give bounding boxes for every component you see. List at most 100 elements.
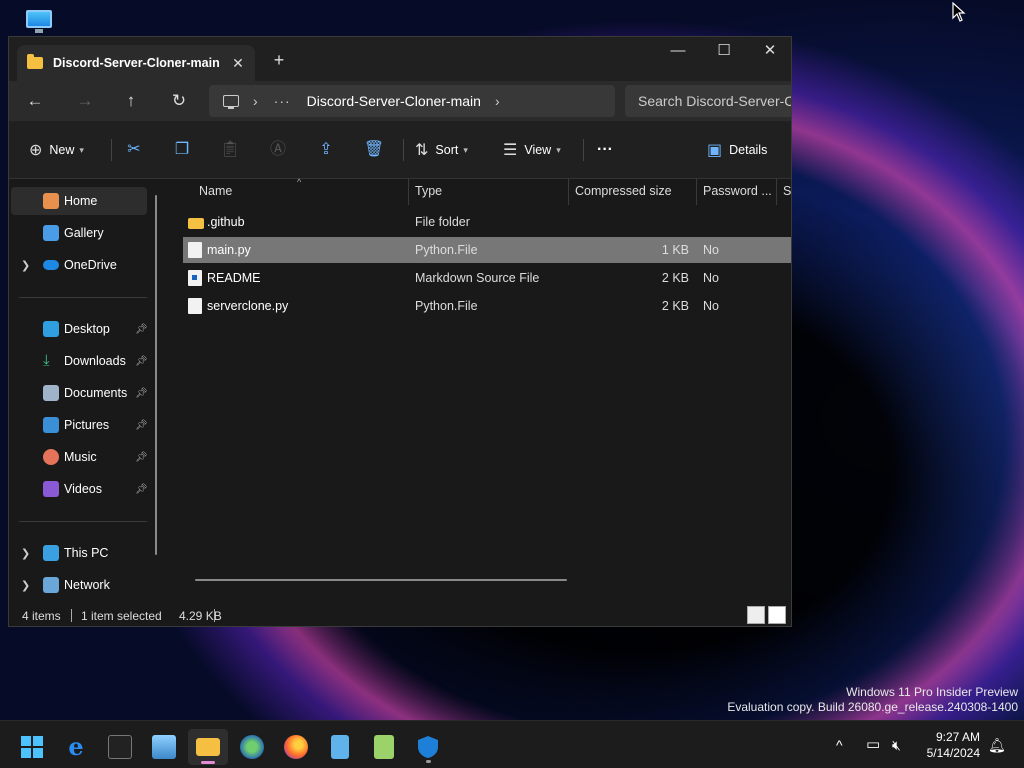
control-panel-icon [152, 735, 176, 759]
file-row-github[interactable]: .github File folder [183, 209, 791, 235]
search-input[interactable]: Search Discord-Server-Cl [625, 85, 791, 117]
taskbar-notepad-plus[interactable] [364, 729, 404, 765]
cloud-icon [43, 260, 59, 270]
file-name: serverclone.py [207, 299, 289, 313]
details-button[interactable]: ▣ Details [707, 135, 767, 165]
taskbar-terminal[interactable] [100, 729, 140, 765]
details-view-button[interactable] [747, 606, 765, 624]
column-header-size[interactable]: Si [783, 184, 791, 198]
sidebar-item-downloads[interactable]: ⤓ Downloads 📌︎ [11, 347, 148, 375]
sidebar-item-network[interactable]: ❯ Network [11, 571, 147, 599]
more-options-button[interactable]: ··· [597, 135, 613, 165]
column-header-compressed-size[interactable]: Compressed size [575, 184, 672, 198]
new-tab-button[interactable]: + [269, 50, 289, 70]
taskbar-file-explorer[interactable] [188, 729, 228, 765]
file-type: Python.File [415, 299, 478, 313]
cut-icon[interactable]: ✂ [119, 135, 149, 165]
sidebar-item-desktop[interactable]: Desktop 📌︎ [11, 315, 148, 343]
show-hidden-icons-button[interactable]: ^ [836, 721, 843, 768]
running-app-indicator [426, 760, 431, 763]
file-name: README [207, 271, 261, 285]
network-status-icon[interactable]: ▭ [866, 721, 880, 768]
evaluation-watermark: Windows 11 Pro Insider Preview Evaluatio… [727, 685, 1018, 715]
file-password: No [703, 299, 719, 313]
chevron-right-icon[interactable]: › [253, 93, 258, 109]
pin-icon[interactable]: 📌︎ [135, 452, 148, 463]
gallery-icon [43, 225, 59, 241]
sort-button[interactable]: ⇅ Sort ▾ [415, 135, 468, 165]
tab-discord-server-cloner-main[interactable]: Discord-Server-Cloner-main ✕ [17, 45, 255, 81]
file-row-readme[interactable]: README Markdown Source File 2 KB No [183, 265, 791, 291]
chevron-right-icon[interactable]: ❯ [21, 259, 30, 272]
sidebar-scrollbar[interactable] [155, 195, 157, 555]
new-button[interactable]: ⊕ New ▾ [29, 135, 84, 165]
close-window-button[interactable]: ✕ [747, 37, 791, 67]
notifications-bell-icon[interactable]: 🔔︎ [988, 721, 1006, 768]
sidebar-item-videos[interactable]: Videos 📌︎ [11, 475, 148, 503]
pin-icon[interactable]: 📌︎ [135, 356, 148, 367]
refresh-button[interactable]: ↻ [165, 87, 193, 115]
taskbar-firefox[interactable] [276, 729, 316, 765]
taskbar-internet-explorer[interactable]: e [56, 729, 96, 765]
chevron-right-icon[interactable]: ❯ [21, 547, 30, 560]
sidebar-item-home[interactable]: Home [11, 187, 147, 215]
maximize-button[interactable]: ☐ [701, 37, 747, 67]
breadcrumb-current-folder[interactable]: Discord-Server-Cloner-main [307, 93, 481, 109]
copy-icon[interactable]: ❐ [167, 135, 197, 165]
folder-icon [27, 54, 43, 69]
file-row-serverclone-py[interactable]: serverclone.py Python.File 2 KB No [183, 293, 791, 319]
clock[interactable]: 9:27 AM 5/14/2024 [918, 729, 980, 761]
taskbar-defender[interactable] [408, 729, 448, 765]
desktop-this-pc-icon[interactable] [24, 8, 54, 34]
chevron-right-icon[interactable]: › [495, 93, 500, 109]
pin-icon[interactable]: 📌︎ [135, 484, 148, 495]
this-pc-icon[interactable] [223, 95, 239, 109]
sidebar-item-pictures[interactable]: Pictures 📌︎ [11, 411, 148, 439]
sidebar-item-onedrive[interactable]: ❯ OneDrive [11, 251, 147, 279]
chevron-down-icon: ▾ [463, 144, 468, 155]
column-header-type[interactable]: Type [415, 184, 442, 198]
volume-muted-icon[interactable]: 🔇︎ [892, 721, 901, 768]
pin-icon[interactable]: 📌︎ [135, 388, 148, 399]
pin-icon[interactable]: 📌︎ [135, 324, 148, 335]
view-button[interactable]: ☰ View ▾ [503, 135, 561, 165]
paste-icon[interactable]: 📋︎ [215, 135, 245, 165]
rename-icon[interactable]: Ⓐ [263, 135, 293, 165]
large-icons-view-button[interactable] [768, 606, 786, 624]
taskbar-control-panel[interactable] [144, 729, 184, 765]
sidebar-item-label: Home [64, 194, 98, 208]
sidebar-item-this-pc[interactable]: ❯ This PC [11, 539, 147, 567]
breadcrumb-overflow[interactable]: ··· [274, 93, 291, 109]
up-button[interactable]: ↑ [117, 87, 145, 115]
close-tab-icon[interactable]: ✕ [229, 54, 247, 72]
file-type: Markdown Source File [415, 271, 540, 285]
chevron-right-icon[interactable]: ❯ [21, 579, 30, 592]
delete-icon[interactable]: 🗑︎ [359, 135, 389, 165]
file-size: 2 KB [661, 299, 689, 313]
tab-bar: Discord-Server-Cloner-main ✕ + — ☐ ✕ [9, 37, 791, 81]
selection-count: 1 item selected [81, 609, 162, 623]
plus-circle-icon: ⊕ [29, 142, 43, 159]
taskbar-notepad[interactable] [320, 729, 360, 765]
downloads-icon: ⤓ [43, 352, 50, 369]
share-icon[interactable]: ⇪ [311, 135, 341, 165]
sidebar-item-documents[interactable]: Documents 📌︎ [11, 379, 148, 407]
minimize-button[interactable]: — [655, 37, 701, 67]
taskbar-globe-app[interactable] [232, 729, 272, 765]
start-button[interactable] [12, 729, 52, 765]
file-password: No [703, 243, 719, 257]
pin-icon[interactable]: 📌︎ [135, 420, 148, 431]
sidebar-item-gallery[interactable]: Gallery [11, 219, 147, 247]
sidebar-item-music[interactable]: Music 📌︎ [11, 443, 148, 471]
forward-button[interactable]: → [71, 87, 99, 115]
column-header-name[interactable]: Name [199, 184, 232, 198]
horizontal-scrollbar[interactable] [195, 579, 567, 581]
column-header-password[interactable]: Password ... [703, 184, 772, 198]
sidebar-item-label: Downloads [64, 354, 126, 368]
address-bar[interactable]: › ··· Discord-Server-Cloner-main › [209, 85, 615, 117]
back-button[interactable]: ← [21, 87, 49, 115]
file-type: File folder [415, 215, 470, 229]
file-row-main-py[interactable]: main.py Python.File 1 KB No [183, 237, 791, 263]
active-app-indicator [201, 761, 215, 764]
defender-icon [418, 736, 438, 758]
